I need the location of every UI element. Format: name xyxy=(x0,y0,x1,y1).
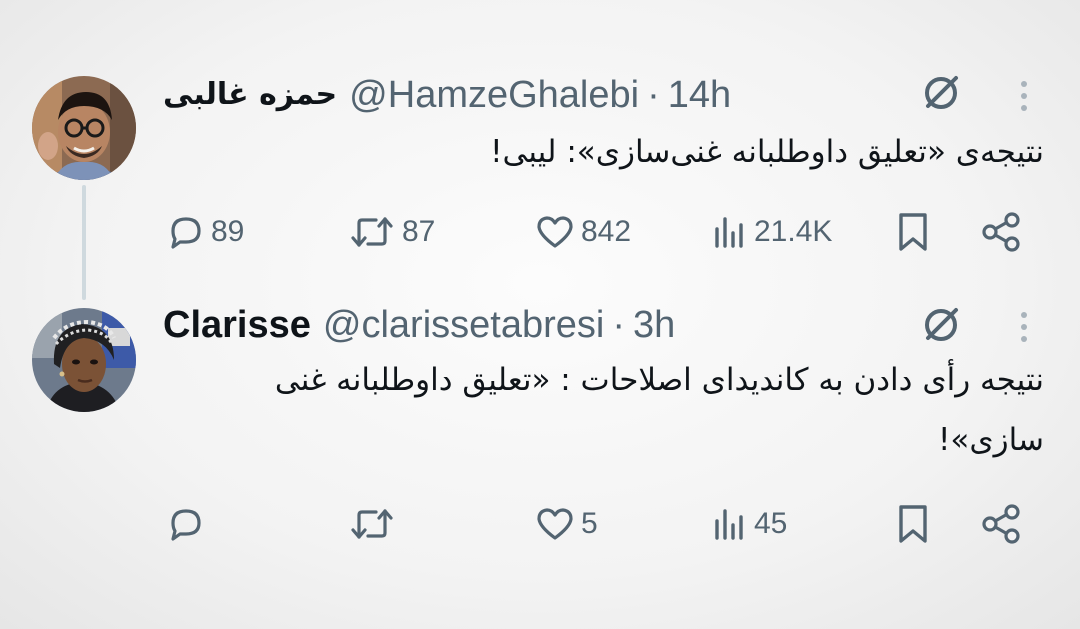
avatar[interactable] xyxy=(32,308,136,412)
avatar[interactable] xyxy=(32,76,136,180)
like-count: 842 xyxy=(581,215,632,248)
share-button[interactable] xyxy=(980,499,1024,549)
share-icon xyxy=(982,504,1020,544)
display-name[interactable]: Clarisse xyxy=(163,300,311,350)
tweet-text: نتیجه رأی دادن به کاندیدای اصلاحات : «تع… xyxy=(274,362,1044,458)
user-handle[interactable]: @HamzeGhalebi xyxy=(349,70,639,120)
display-name[interactable]: حمزه غالبی xyxy=(163,70,337,120)
repost-button[interactable] xyxy=(348,499,402,549)
repost-count: 87 xyxy=(402,215,436,248)
user-handle[interactable]: @clarissetabresi xyxy=(323,300,604,350)
reply-icon xyxy=(171,217,201,249)
tweet-1[interactable]: حمزه غالبی @HamzeGhalebi · 14h نتیجه‌ی «… xyxy=(0,0,1080,300)
like-button[interactable]: 842 xyxy=(535,207,631,257)
reply-icon xyxy=(171,509,201,541)
bookmark-icon xyxy=(899,213,927,251)
timestamp[interactable]: 3h xyxy=(633,300,675,350)
like-count: 5 xyxy=(581,507,598,540)
bookmark-button[interactable] xyxy=(895,499,931,549)
heart-icon xyxy=(537,508,573,540)
tweet-text: نتیجه‌ی «تعلیق داوطلبانه غنی‌سازی»: لیبی… xyxy=(490,134,1044,170)
timestamp[interactable]: 14h xyxy=(668,70,731,120)
share-icon xyxy=(982,212,1020,252)
grok-icon[interactable] xyxy=(920,72,962,114)
views-button[interactable]: 45 xyxy=(712,499,787,549)
repost-icon xyxy=(351,217,393,247)
repost-icon xyxy=(351,509,393,539)
bookmark-icon xyxy=(899,505,927,543)
like-button[interactable]: 5 xyxy=(535,499,598,549)
tweet-2[interactable]: Clarisse @clarissetabresi · 3h نتیجه رأی… xyxy=(0,290,1080,629)
views-count: 21.4K xyxy=(754,215,833,248)
grok-icon[interactable] xyxy=(920,304,962,346)
share-button[interactable] xyxy=(980,207,1024,257)
reply-button[interactable] xyxy=(167,499,211,549)
reply-button[interactable]: 89 xyxy=(167,207,244,257)
bookmark-button[interactable] xyxy=(895,207,931,257)
heart-icon xyxy=(537,216,573,248)
views-icon xyxy=(715,217,743,248)
views-button[interactable]: 21.4K xyxy=(712,207,832,257)
action-bar: 89 87 842 21.4K xyxy=(0,207,1080,257)
separator-dot: · xyxy=(647,74,660,116)
action-bar: 5 45 xyxy=(0,499,1080,549)
views-count: 45 xyxy=(754,507,788,540)
more-options-icon[interactable] xyxy=(1019,310,1029,344)
tweet-header: Clarisse @clarissetabresi · 3h xyxy=(163,300,675,350)
separator-dot: · xyxy=(612,304,625,346)
reply-count: 89 xyxy=(211,215,245,248)
tweet-header: حمزه غالبی @HamzeGhalebi · 14h xyxy=(163,70,731,120)
views-icon xyxy=(715,509,743,540)
more-options-icon[interactable] xyxy=(1019,79,1029,113)
repost-button[interactable]: 87 xyxy=(348,207,435,257)
